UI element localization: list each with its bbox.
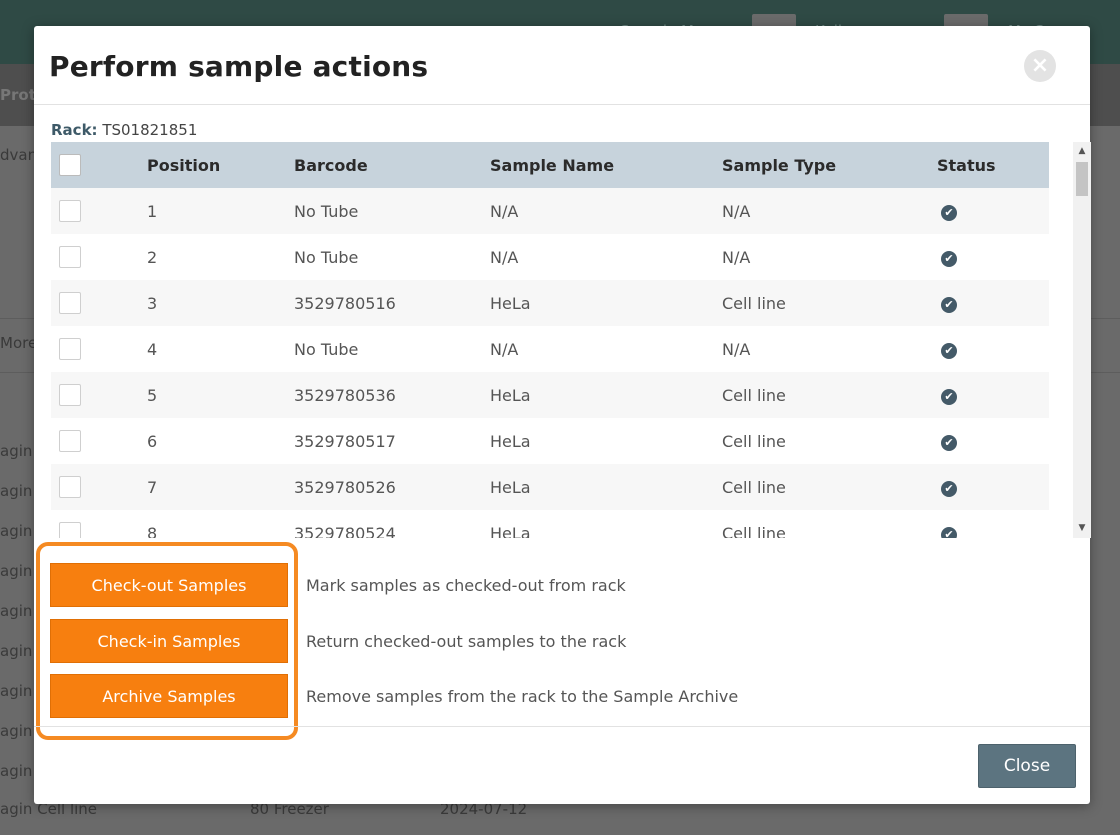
cell-position: 5 xyxy=(147,385,158,405)
archive-samples-button[interactable]: Archive Samples xyxy=(50,674,288,718)
cell-sample-type: N/A xyxy=(722,339,751,359)
table-row[interactable]: 1 No Tube N/A N/A ✔ xyxy=(51,188,1049,234)
cell-barcode: No Tube xyxy=(294,247,359,267)
cell-sample-name: HeLa xyxy=(490,523,531,539)
samples-table-container: Position Barcode Sample Name Sample Type… xyxy=(51,142,1073,538)
table-row[interactable]: 8 3529780524 HeLa Cell line ✔ xyxy=(51,510,1049,538)
table-scrollbar[interactable]: ▲ ▼ xyxy=(1073,142,1091,538)
status-check-icon: ✔ xyxy=(941,435,957,451)
cell-sample-type: N/A xyxy=(722,247,751,267)
scroll-thumb[interactable] xyxy=(1076,162,1088,196)
status-check-icon: ✔ xyxy=(941,297,957,313)
table-row[interactable]: 7 3529780526 HeLa Cell line ✔ xyxy=(51,464,1049,510)
status-check-icon: ✔ xyxy=(941,205,957,221)
cell-sample-type: Cell line xyxy=(722,477,786,497)
cell-barcode: No Tube xyxy=(294,201,359,221)
cell-position: 8 xyxy=(147,523,158,539)
cell-sample-name: HeLa xyxy=(490,385,531,405)
cell-position: 6 xyxy=(147,431,158,451)
scroll-down-arrow-icon[interactable]: ▼ xyxy=(1077,523,1087,533)
background-label: agin xyxy=(0,602,33,620)
table-header-row: Position Barcode Sample Name Sample Type… xyxy=(51,142,1049,188)
rack-value: TS01821851 xyxy=(102,121,198,139)
status-check-icon: ✔ xyxy=(941,389,957,405)
cell-position: 2 xyxy=(147,247,158,267)
check-in-description: Return checked-out samples to the rack xyxy=(306,632,627,651)
background-label: agin xyxy=(0,522,33,540)
samples-table: Position Barcode Sample Name Sample Type… xyxy=(51,142,1049,538)
cell-sample-type: Cell line xyxy=(722,385,786,405)
cell-sample-name: N/A xyxy=(490,339,519,359)
row-checkbox[interactable] xyxy=(59,384,81,406)
background-label: agin xyxy=(0,682,33,700)
cell-barcode: No Tube xyxy=(294,339,359,359)
cell-barcode: 3529780536 xyxy=(294,385,396,405)
cell-position: 4 xyxy=(147,339,158,359)
column-header-sample-name[interactable]: Sample Name xyxy=(490,142,722,188)
table-row[interactable]: 3 3529780516 HeLa Cell line ✔ xyxy=(51,280,1049,326)
cell-position: 3 xyxy=(147,293,158,313)
cell-barcode: 3529780524 xyxy=(294,523,396,539)
cell-sample-name: HeLa xyxy=(490,431,531,451)
row-checkbox[interactable] xyxy=(59,292,81,314)
column-header-barcode[interactable]: Barcode xyxy=(294,142,490,188)
cell-sample-name: N/A xyxy=(490,247,519,267)
cell-sample-type: Cell line xyxy=(722,293,786,313)
cell-position: 1 xyxy=(147,201,158,221)
cell-sample-type: N/A xyxy=(722,201,751,221)
row-checkbox[interactable] xyxy=(59,430,81,452)
row-checkbox[interactable] xyxy=(59,522,81,538)
cell-position: 7 xyxy=(147,477,158,497)
row-checkbox[interactable] xyxy=(59,200,81,222)
rack-info: Rack: TS01821851 xyxy=(51,121,197,139)
column-header-position[interactable]: Position xyxy=(147,142,294,188)
status-check-icon: ✔ xyxy=(941,481,957,497)
status-check-icon: ✔ xyxy=(941,527,957,538)
column-header-status[interactable]: Status xyxy=(937,142,1049,188)
table-row[interactable]: 4 No Tube N/A N/A ✔ xyxy=(51,326,1049,372)
table-row[interactable]: 5 3529780536 HeLa Cell line ✔ xyxy=(51,372,1049,418)
background-label: agin xyxy=(0,442,33,460)
table-row[interactable]: 6 3529780517 HeLa Cell line ✔ xyxy=(51,418,1049,464)
modal-header: Perform sample actions × xyxy=(34,26,1090,105)
background-label: agin xyxy=(0,722,33,740)
status-check-icon: ✔ xyxy=(941,343,957,359)
column-header-sample-type[interactable]: Sample Type xyxy=(722,142,937,188)
cell-barcode: 3529780526 xyxy=(294,477,396,497)
sample-actions-modal: Perform sample actions × Rack: TS0182185… xyxy=(34,26,1091,804)
status-check-icon: ✔ xyxy=(941,251,957,267)
cell-sample-name: N/A xyxy=(490,201,519,221)
background-label: agin xyxy=(0,762,33,780)
row-checkbox[interactable] xyxy=(59,246,81,268)
select-all-checkbox[interactable] xyxy=(59,154,81,176)
cell-sample-name: HeLa xyxy=(490,477,531,497)
cell-sample-type: Cell line xyxy=(722,431,786,451)
row-checkbox[interactable] xyxy=(59,476,81,498)
cell-sample-type: Cell line xyxy=(722,523,786,539)
scroll-up-arrow-icon[interactable]: ▲ xyxy=(1077,146,1087,156)
check-out-samples-button[interactable]: Check-out Samples xyxy=(50,563,288,607)
close-icon[interactable]: × xyxy=(1024,50,1056,82)
check-out-description: Mark samples as checked-out from rack xyxy=(306,576,626,595)
background-label: More xyxy=(0,334,38,352)
table-row[interactable]: 2 No Tube N/A N/A ✔ xyxy=(51,234,1049,280)
background-label: agin xyxy=(0,482,33,500)
row-checkbox[interactable] xyxy=(59,338,81,360)
modal-title: Perform sample actions xyxy=(49,50,429,83)
cell-barcode: 3529780517 xyxy=(294,431,396,451)
cell-barcode: 3529780516 xyxy=(294,293,396,313)
background-label: agin xyxy=(0,562,33,580)
close-button[interactable]: Close xyxy=(978,744,1076,788)
cell-sample-name: HeLa xyxy=(490,293,531,313)
background-label: agin xyxy=(0,642,33,660)
rack-label: Rack: xyxy=(51,121,98,139)
check-in-samples-button[interactable]: Check-in Samples xyxy=(50,619,288,663)
archive-description: Remove samples from the rack to the Samp… xyxy=(306,687,739,706)
modal-footer-divider xyxy=(34,726,1090,727)
